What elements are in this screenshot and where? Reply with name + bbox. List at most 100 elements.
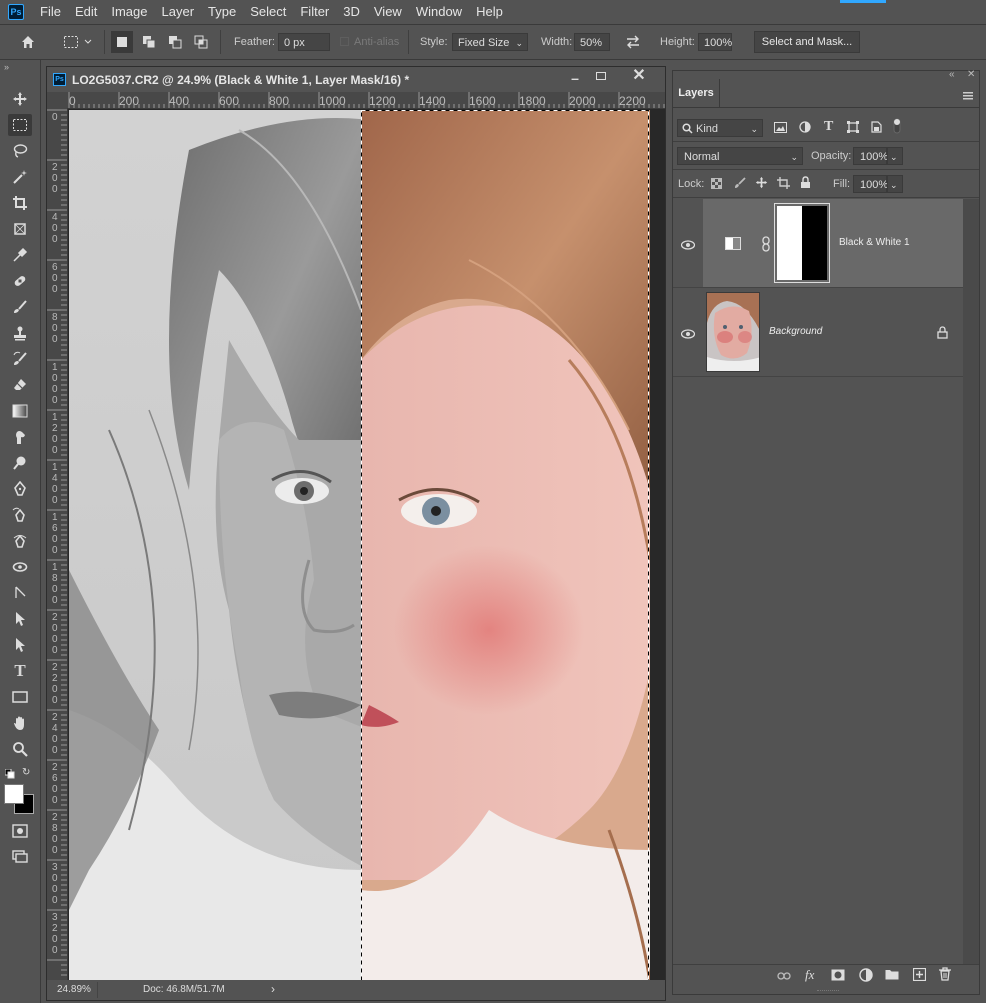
blend-mode-select[interactable]: Normal ⌄ xyxy=(677,147,803,165)
lasso-tool-icon[interactable] xyxy=(8,140,32,162)
close-icon[interactable]: ✕ xyxy=(631,68,647,84)
menu-view[interactable]: View xyxy=(367,0,409,24)
default-colors-icon[interactable] xyxy=(4,768,15,779)
curvature-pen-tool-icon[interactable] xyxy=(8,530,32,552)
rectangular-marquee-tool-icon[interactable] xyxy=(8,114,32,136)
menu-help[interactable]: Help xyxy=(469,0,510,24)
selection-arrow-tool-icon[interactable] xyxy=(8,634,32,656)
healing-brush-tool-icon[interactable] xyxy=(8,270,32,292)
feather-input[interactable]: 0 px xyxy=(278,33,330,51)
swap-colors-icon[interactable]: ↻ xyxy=(22,768,32,778)
add-mask-icon[interactable] xyxy=(831,969,845,984)
filter-toggle[interactable] xyxy=(892,117,902,135)
layer-name[interactable]: Background xyxy=(769,326,822,337)
mask-link-icon[interactable] xyxy=(762,236,770,255)
zoom-level[interactable]: 24.89% xyxy=(57,984,91,995)
fill-input[interactable]: 100% xyxy=(853,175,888,193)
frame-tool-icon[interactable] xyxy=(8,218,32,240)
intersect-selection-icon[interactable] xyxy=(190,31,212,53)
resize-grip[interactable] xyxy=(817,990,839,994)
opacity-slider-chevron-icon[interactable]: ⌄ xyxy=(887,147,903,165)
filter-pixel-icon[interactable] xyxy=(774,122,787,136)
new-group-icon[interactable] xyxy=(885,969,899,983)
marquee-preset-picker[interactable] xyxy=(60,32,96,52)
layer-name[interactable]: Black & White 1 xyxy=(839,237,910,248)
menu-type[interactable]: Type xyxy=(201,0,243,24)
maximize-icon[interactable] xyxy=(596,72,606,80)
menu-layer[interactable]: Layer xyxy=(155,0,202,24)
add-layer-style-icon[interactable]: fx xyxy=(805,967,814,983)
new-selection-icon[interactable] xyxy=(111,31,133,53)
hand-tool-icon[interactable] xyxy=(8,712,32,734)
fill-slider-chevron-icon[interactable]: ⌄ xyxy=(887,175,903,193)
layer-row-black-white-1[interactable]: Black & White 1 xyxy=(673,199,963,287)
gradient-tool-icon[interactable] xyxy=(8,400,32,422)
smudge-tool-icon[interactable] xyxy=(8,426,32,448)
direct-selection-tool-icon[interactable] xyxy=(8,608,32,630)
lock-transparent-pixels-icon[interactable] xyxy=(711,178,722,192)
document-tab[interactable]: Ps LO2G5037.CR2 @ 24.9% (Black & White 1… xyxy=(47,67,665,92)
close-panel-icon[interactable]: ✕ xyxy=(967,69,975,80)
type-tool-icon[interactable]: T xyxy=(8,660,32,682)
eyedropper-tool-icon[interactable] xyxy=(8,244,32,266)
minimize-icon[interactable]: – xyxy=(567,71,583,87)
path-selection-tool-icon[interactable] xyxy=(8,582,32,604)
crop-tool-icon[interactable] xyxy=(8,192,32,214)
filter-adjustment-icon[interactable] xyxy=(799,121,811,136)
layer-mask-thumbnail[interactable] xyxy=(774,203,830,283)
foreground-color-swatch[interactable] xyxy=(4,784,24,804)
home-icon[interactable] xyxy=(18,32,38,52)
zoom-tool-icon[interactable] xyxy=(8,738,32,760)
screen-mode-icon[interactable] xyxy=(8,846,32,868)
select-and-mask-button[interactable]: Select and Mask... xyxy=(754,31,860,53)
style-select[interactable]: Fixed Size ⌄ xyxy=(452,33,528,51)
new-layer-icon[interactable] xyxy=(912,967,927,984)
freeform-pen-tool-icon[interactable] xyxy=(8,504,32,526)
filter-kind-select[interactable]: Kind ⌄ xyxy=(677,119,763,137)
tab-layers[interactable]: Layers xyxy=(673,79,720,107)
menu-file[interactable]: File xyxy=(33,0,68,24)
lock-artboard-icon[interactable] xyxy=(777,177,790,192)
menu-filter[interactable]: Filter xyxy=(293,0,336,24)
eraser-tool-icon[interactable] xyxy=(8,374,32,396)
lock-image-pixels-icon[interactable] xyxy=(734,177,746,192)
new-adjustment-layer-icon[interactable] xyxy=(859,968,873,985)
image-canvas[interactable] xyxy=(69,110,650,982)
swap-width-height-icon[interactable] xyxy=(622,32,644,52)
antialias-checkbox[interactable] xyxy=(340,37,349,46)
pen-tool-icon[interactable] xyxy=(8,478,32,500)
layer-thumbnail[interactable] xyxy=(706,292,760,372)
menu-window[interactable]: Window xyxy=(409,0,469,24)
lock-position-icon[interactable] xyxy=(755,176,768,192)
collapse-panel-icon[interactable]: « xyxy=(949,69,955,80)
rectangle-tool-icon[interactable] xyxy=(8,686,32,708)
history-brush-tool-icon[interactable] xyxy=(8,348,32,370)
magic-wand-tool-icon[interactable] xyxy=(8,166,32,188)
move-tool-icon[interactable] xyxy=(8,88,32,110)
layers-scrollbar[interactable] xyxy=(963,199,979,964)
quick-mask-icon[interactable] xyxy=(8,820,32,842)
height-input[interactable]: 100% xyxy=(698,33,732,51)
layer-row-background[interactable]: Background xyxy=(673,288,963,376)
lock-all-icon[interactable] xyxy=(800,176,811,192)
filter-type-icon[interactable]: T xyxy=(824,119,833,135)
status-menu-chevron-icon[interactable]: › xyxy=(271,982,275,996)
expand-toolbar-icon[interactable]: » xyxy=(4,62,9,72)
brush-tool-icon[interactable] xyxy=(8,296,32,318)
panel-menu-icon[interactable] xyxy=(963,89,973,100)
clone-stamp-tool-icon[interactable] xyxy=(8,322,32,344)
add-to-selection-icon[interactable] xyxy=(138,31,160,53)
menu-select[interactable]: Select xyxy=(243,0,293,24)
filter-smart-object-icon[interactable] xyxy=(871,121,882,136)
delete-layer-icon[interactable] xyxy=(939,967,951,984)
visibility-eye-icon[interactable] xyxy=(680,328,697,339)
filter-shape-icon[interactable] xyxy=(847,121,859,136)
dodge-tool-icon[interactable] xyxy=(8,452,32,474)
menu-3d[interactable]: 3D xyxy=(336,0,367,24)
subtract-from-selection-icon[interactable] xyxy=(164,31,186,53)
menu-edit[interactable]: Edit xyxy=(68,0,104,24)
link-layers-icon[interactable] xyxy=(777,970,791,984)
visibility-eye-icon[interactable] xyxy=(680,239,697,250)
width-input[interactable]: 50% xyxy=(574,33,610,51)
content-aware-tracing-tool-icon[interactable] xyxy=(8,556,32,578)
